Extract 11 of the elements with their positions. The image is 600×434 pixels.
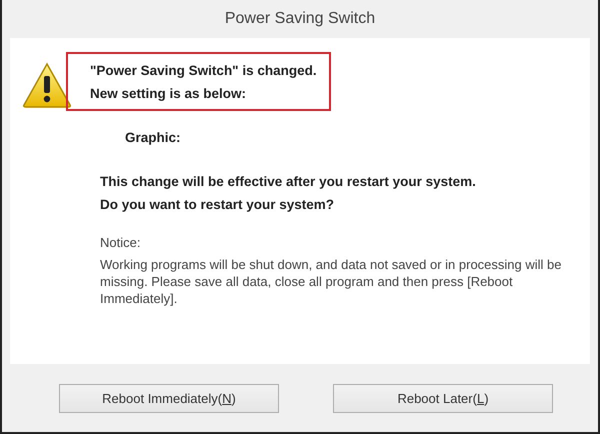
question-text: Do you want to restart your system?: [100, 196, 336, 214]
setting-label: Graphic:: [125, 129, 182, 147]
notice-text: Working programs will be shut down, and data not saved or in processing will be missing. Please save all data, close all program and then press [Reboot Immediately].: [100, 256, 562, 307]
window-title: Power Saving Switch: [224, 9, 376, 29]
warning-icon: [22, 62, 72, 108]
message-text: "Power Saving Switch" is changed.: [90, 62, 317, 80]
reboot-button[interactable]: Reboot Immediately(N): [59, 384, 279, 412]
reboot-button[interactable]: Reboot Later(L): [333, 384, 553, 412]
question-text: This change will be effective after you restart your system.: [100, 173, 477, 191]
notice-title: Notice:: [100, 234, 142, 252]
message-text: New setting is as below:: [90, 85, 248, 103]
